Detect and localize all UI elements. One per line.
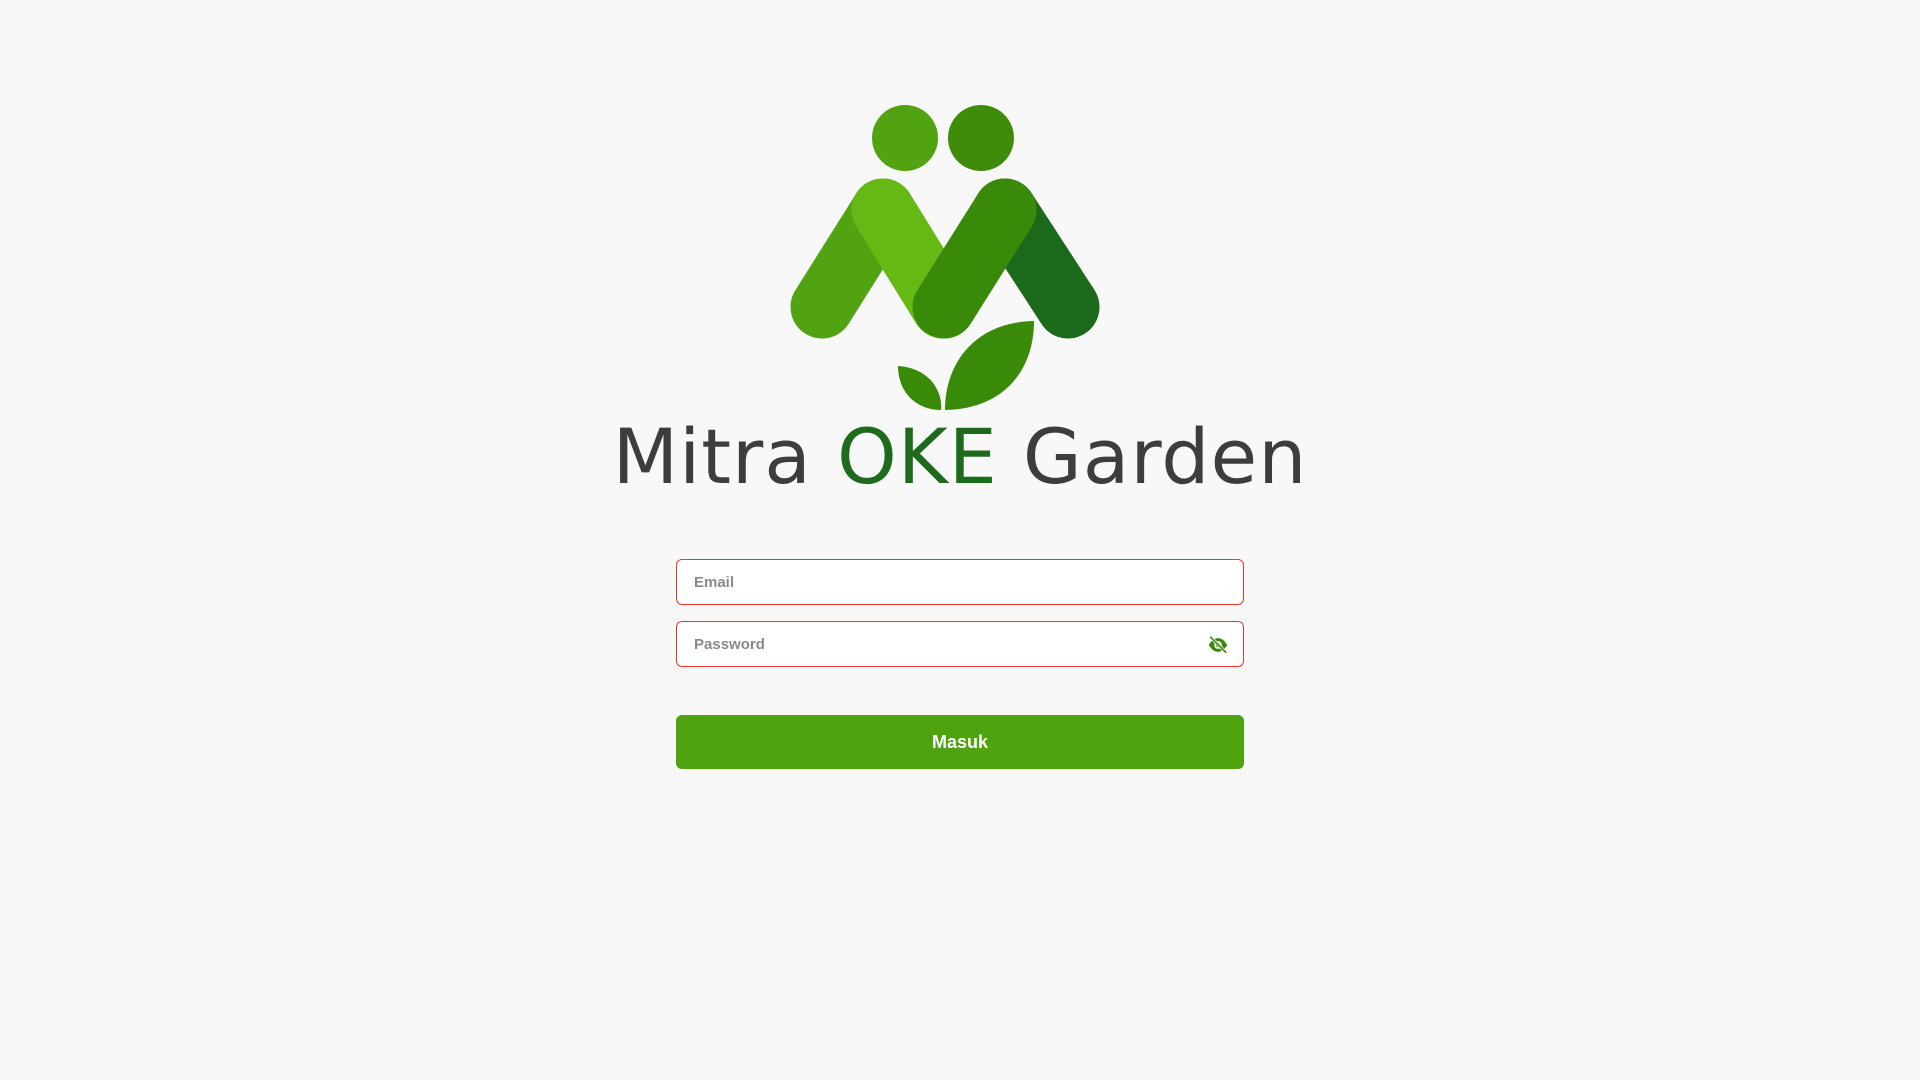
login-form: Masuk	[676, 559, 1244, 769]
eye-off-icon[interactable]	[1207, 634, 1229, 656]
email-input[interactable]	[677, 560, 1243, 604]
brand-header: Mitra OKE Garden	[0, 0, 1920, 520]
brand-name-part2: Garden	[997, 412, 1308, 501]
brand-name-accent: OKE	[837, 412, 998, 501]
mitra-oke-garden-logo-icon	[790, 105, 1100, 410]
email-field-wrapper	[676, 559, 1244, 605]
password-field-wrapper	[676, 621, 1244, 667]
login-button[interactable]: Masuk	[676, 715, 1244, 769]
login-page: Mitra OKE Garden Masuk	[0, 0, 1920, 1080]
password-input[interactable]	[677, 622, 1243, 666]
brand-name-part1: Mitra	[612, 412, 838, 501]
brand-name: Mitra OKE Garden	[0, 412, 1920, 502]
